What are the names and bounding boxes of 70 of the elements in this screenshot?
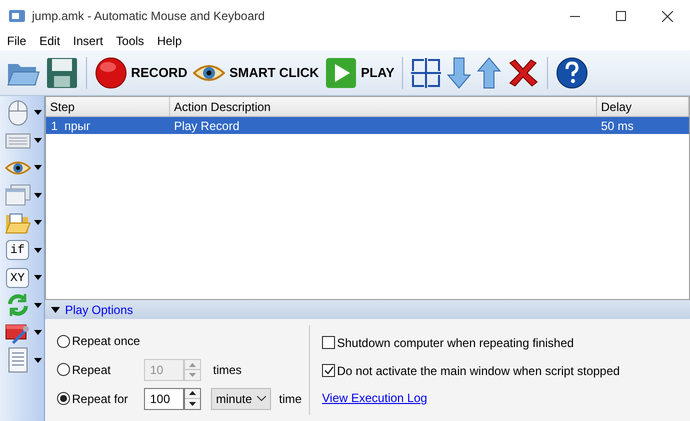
checkbox[interactable] [322, 364, 335, 377]
radio-button[interactable] [57, 363, 70, 376]
radio-label: Repeat once [72, 333, 142, 350]
unit-label: time [279, 390, 302, 408]
dropdown-caret-icon[interactable] [34, 220, 42, 226]
toolbar-button[interactable]: SMART CLICK [193, 62, 319, 82]
number-field[interactable]: 100 [144, 388, 184, 410]
up-triangle-icon [189, 362, 196, 367]
unit-label: times [213, 362, 242, 379]
column-header[interactable]: Action Description [170, 97, 597, 116]
dropdown-caret-icon[interactable] [34, 192, 42, 198]
unit-dropdown[interactable]: minute [211, 388, 271, 410]
table-cell-text: Play Record [173, 118, 240, 134]
menu-item[interactable]: File [7, 32, 26, 50]
radio-label: Repeat for [72, 390, 130, 408]
dropdown-caret-icon[interactable] [34, 248, 42, 253]
eye-icon [4, 160, 30, 176]
dropdown-caret-icon[interactable] [34, 110, 42, 116]
execution-log-link[interactable]: View Execution Log [322, 389, 620, 407]
folder-icon [4, 212, 30, 234]
menu-item[interactable]: Help [157, 32, 182, 50]
command-label: if [6, 240, 29, 260]
table-row[interactable]: 1 прыг Play Record 50 ms [46, 117, 689, 134]
dropdown-caret-icon[interactable] [34, 358, 42, 363]
toolbar-button[interactable]: RECORD [95, 56, 188, 88]
menu-item[interactable]: Tools [116, 32, 144, 50]
radio-button[interactable] [57, 392, 70, 406]
app-icon [9, 9, 25, 23]
delete-icon[interactable] [507, 58, 540, 86]
command-label: XY [6, 268, 29, 288]
play-options-header[interactable]: Play Options [45, 300, 690, 319]
dropdown-caret-icon[interactable] [34, 165, 42, 170]
close-icon [662, 10, 672, 22]
down-triangle-icon [189, 402, 196, 406]
help-icon[interactable] [556, 56, 588, 88]
column-header[interactable]: Delay [597, 97, 689, 116]
section-title: Play Options [65, 302, 134, 318]
up-arrow-icon[interactable] [477, 56, 502, 88]
checkbox-label: Do not activate the main window when script stopped [337, 362, 620, 380]
up-triangle-icon [189, 391, 196, 396]
checkbox[interactable] [322, 336, 335, 349]
refresh-icon [6, 293, 30, 318]
selection-frame-icon[interactable] [411, 58, 442, 88]
chevron-down-icon [257, 396, 266, 402]
document-icon [6, 347, 28, 374]
radio-button[interactable] [57, 334, 70, 348]
dropdown-caret-icon[interactable] [34, 302, 42, 308]
collapse-triangle-icon [51, 306, 60, 312]
down-triangle-icon [189, 373, 196, 378]
column-header[interactable]: Step [46, 97, 170, 116]
table-cell-text: 50 ms [600, 118, 635, 134]
toolbar-button[interactable]: PLAY [324, 56, 394, 88]
mouse-icon [6, 100, 28, 126]
keyboard-icon [4, 131, 30, 150]
windows-icon [4, 184, 30, 206]
maximize-icon [616, 11, 626, 21]
table-cell-text: 1 прыг [50, 118, 92, 134]
window-title: jump.amk - Automatic Mouse and Keyboard [32, 8, 265, 25]
menu-item[interactable]: Edit [39, 32, 60, 50]
dropdown-caret-icon[interactable] [34, 275, 42, 280]
down-arrow-icon[interactable] [447, 56, 472, 88]
menu-item[interactable]: Insert [73, 32, 104, 50]
spin-buttons[interactable] [184, 388, 201, 410]
radio-label: Repeat [72, 362, 112, 379]
record-icon [95, 56, 127, 88]
dropdown-caret-icon[interactable] [34, 138, 42, 143]
dropdown-caret-icon[interactable] [34, 330, 42, 336]
eye-icon [193, 62, 226, 82]
checkbox-label: Shutdown computer when repeating finished [337, 334, 574, 352]
play-icon [324, 56, 357, 88]
